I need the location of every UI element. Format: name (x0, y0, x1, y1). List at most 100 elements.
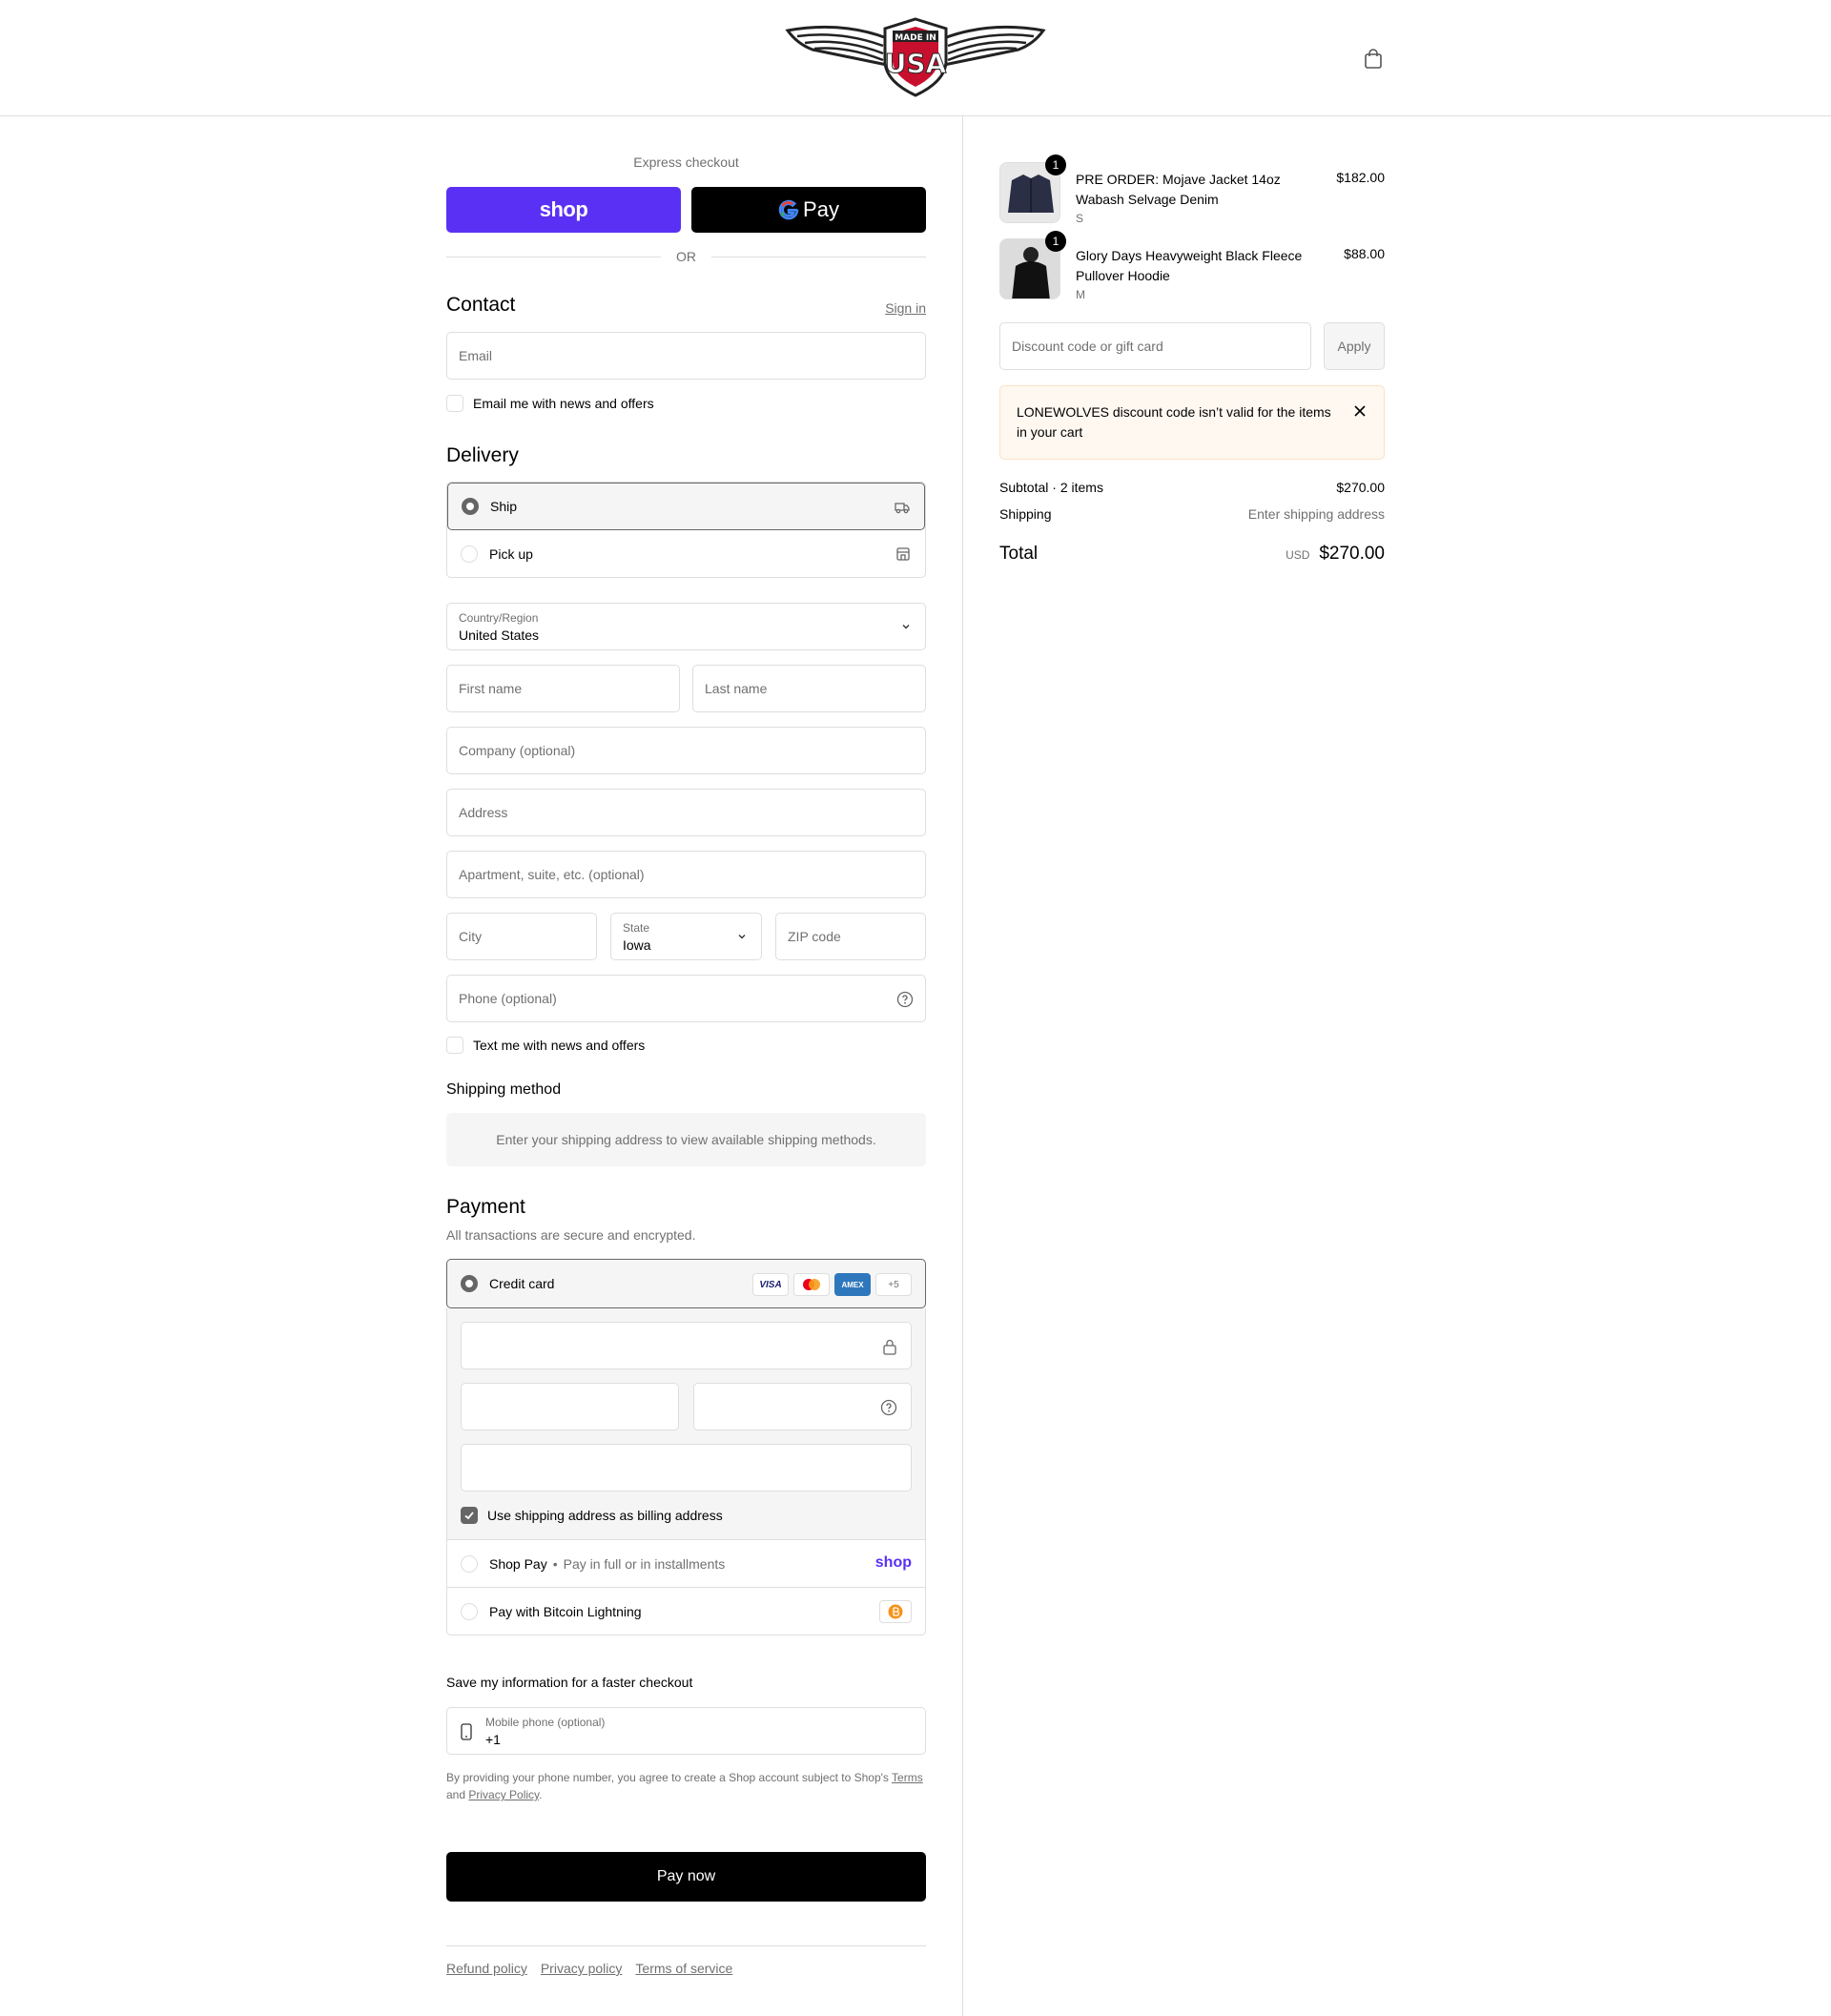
amex-icon: AMEX (834, 1273, 871, 1296)
shop-pay-logo: shop (874, 1554, 912, 1571)
discount-error-alert: LONEWOLVES discount code isn’t valid for… (999, 385, 1385, 460)
legal-period: . (539, 1788, 543, 1801)
apply-discount-button[interactable]: Apply (1324, 322, 1385, 370)
email-news-checkbox[interactable] (446, 395, 463, 412)
lock-icon (883, 1339, 896, 1355)
svg-text:MADE IN: MADE IN (895, 33, 936, 43)
quantity-badge: 1 (1045, 231, 1066, 252)
close-icon[interactable] (1353, 404, 1367, 418)
last-name-field[interactable]: Last name (692, 665, 926, 712)
help-circle-icon[interactable] (880, 1399, 897, 1416)
discount-code-field[interactable]: Discount code or gift card (999, 322, 1311, 370)
credit-card-radio[interactable] (461, 1275, 478, 1292)
city-placeholder: City (459, 929, 483, 944)
zip-field[interactable]: ZIP code (775, 913, 926, 960)
header: MADE IN USA (0, 0, 1831, 116)
mobile-phone-value: +1 (485, 1732, 501, 1747)
pickup-radio[interactable] (461, 545, 478, 563)
shipping-method-heading: Shipping method (446, 1081, 562, 1098)
delivery-heading: Delivery (446, 444, 519, 466)
billing-address-checkbox-row[interactable]: Use shipping address as billing address (461, 1507, 723, 1524)
item-variant: M (1076, 288, 1085, 301)
first-name-field[interactable]: First name (446, 665, 680, 712)
company-field[interactable]: Company (optional) (446, 727, 926, 774)
bitcoin-radio[interactable] (461, 1603, 478, 1620)
bitcoin-label: Pay with Bitcoin Lightning (489, 1604, 642, 1619)
shipping-label: Shipping (999, 506, 1052, 522)
chevron-down-icon (738, 935, 746, 939)
company-placeholder: Company (optional) (459, 743, 576, 758)
delivery-option-pickup[interactable]: Pick up (447, 530, 925, 577)
city-field[interactable]: City (446, 913, 597, 960)
shipping-value: Enter shipping address (1247, 506, 1385, 522)
google-pay-button[interactable]: Pay (691, 187, 926, 233)
payment-option-credit-card[interactable]: Credit card VISA AMEX +5 (446, 1259, 926, 1308)
sign-in-link[interactable]: Sign in (885, 300, 926, 316)
privacy-policy-footer-link[interactable]: Privacy policy (541, 1961, 623, 1976)
alert-message: LONEWOLVES discount code isn’t valid for… (1017, 404, 1331, 440)
privacy-policy-link[interactable]: Privacy Policy (468, 1788, 539, 1801)
card-brands: VISA AMEX +5 (752, 1273, 912, 1296)
refund-policy-link[interactable]: Refund policy (446, 1961, 527, 1976)
or-separator: OR (446, 248, 926, 265)
express-checkout-title: Express checkout (633, 154, 739, 170)
quantity-badge: 1 (1045, 154, 1066, 175)
mastercard-icon (793, 1273, 830, 1296)
card-number-field[interactable] (461, 1322, 912, 1369)
billing-address-checkbox[interactable] (461, 1507, 478, 1524)
shop-pay-sublabel: Pay in full or in installments (563, 1555, 726, 1572)
chevron-down-icon (902, 625, 910, 629)
more-cards-badge: +5 (875, 1273, 912, 1296)
column-divider (962, 116, 963, 2016)
address-placeholder: Address (459, 805, 508, 820)
contact-heading: Contact (446, 294, 516, 316)
separator-dot: • (552, 1555, 558, 1572)
zip-placeholder: ZIP code (788, 929, 841, 944)
country-value: United States (459, 627, 540, 643)
mobile-phone-field[interactable]: Mobile phone (optional) +1 (446, 1707, 926, 1755)
discount-placeholder: Discount code or gift card (1012, 339, 1163, 354)
credit-card-panel: Use shipping address as billing address (446, 1308, 926, 1539)
google-g-icon (778, 199, 799, 220)
shop-legal-text: By providing your phone number, you agre… (446, 1769, 926, 1803)
total-label: Total (999, 544, 1039, 564)
phone-field[interactable]: Phone (optional) (446, 975, 926, 1022)
total-row: Total USD $270.00 (999, 544, 1385, 565)
state-select[interactable]: State Iowa (610, 913, 762, 960)
state-label: State (623, 921, 650, 935)
made-in-usa-logo[interactable]: MADE IN USA (784, 17, 1047, 97)
terms-of-service-link[interactable]: Terms of service (635, 1961, 732, 1976)
name-on-card-field[interactable] (461, 1444, 912, 1491)
email-news-checkbox-row[interactable]: Email me with news and offers (446, 395, 654, 412)
expiration-date-field[interactable] (461, 1383, 679, 1430)
pay-now-button[interactable]: Pay now (446, 1852, 926, 1902)
mobile-phone-icon (461, 1723, 472, 1740)
country-select[interactable]: Country/Region United States (446, 603, 926, 650)
delivery-option-ship[interactable]: Ship (447, 483, 925, 530)
terms-link[interactable]: Terms (892, 1771, 923, 1784)
shop-pay-express-button[interactable]: shop (446, 187, 681, 233)
text-news-checkbox-row[interactable]: Text me with news and offers (446, 1037, 645, 1054)
payment-heading: Payment (446, 1196, 525, 1218)
shop-pay-radio[interactable] (461, 1554, 478, 1573)
ship-radio[interactable] (462, 498, 479, 515)
text-news-checkbox[interactable] (446, 1037, 463, 1054)
payment-option-bitcoin[interactable]: Pay with Bitcoin Lightning (447, 1588, 925, 1635)
payment-option-shop-pay[interactable]: Shop Pay • Pay in full or in installment… (447, 1540, 925, 1588)
item-name: PRE ORDER: Mojave Jacket 14oz Wabash Sel… (1076, 172, 1281, 207)
last-name-placeholder: Last name (705, 681, 768, 696)
shopping-bag-icon[interactable] (1362, 48, 1385, 71)
alt-payment-group: Shop Pay • Pay in full or in installment… (446, 1539, 926, 1635)
truck-icon (895, 503, 910, 514)
email-field[interactable]: Email (446, 332, 926, 380)
total-value: $270.00 (1319, 544, 1385, 564)
cart-item: 1 Glory Days Heavyweight Black Fleece Pu… (999, 231, 1385, 301)
mobile-phone-label: Mobile phone (optional) (485, 1716, 606, 1729)
save-info-heading: Save my information for a faster checkou… (446, 1675, 693, 1690)
help-circle-icon[interactable] (896, 991, 914, 1008)
apartment-field[interactable]: Apartment, suite, etc. (optional) (446, 851, 926, 898)
legal-text: By providing your phone number, you agre… (446, 1771, 889, 1784)
address-field[interactable]: Address (446, 789, 926, 836)
item-variant: S (1076, 212, 1084, 225)
security-code-field[interactable] (693, 1383, 912, 1430)
